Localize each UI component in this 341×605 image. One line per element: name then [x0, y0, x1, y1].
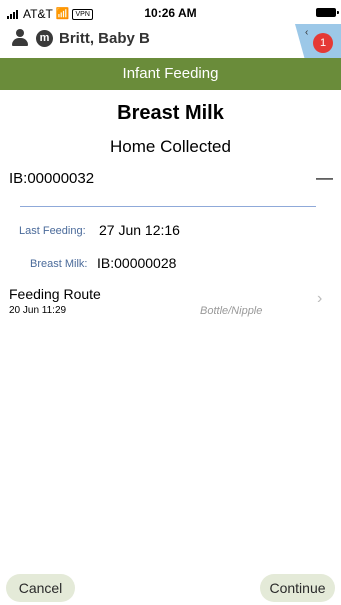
status-time: 10:26 AM: [144, 6, 197, 20]
last-feeding-value: 27 Jun 12:16: [99, 222, 180, 238]
continue-button[interactable]: Continue: [260, 574, 335, 602]
notification-badge: 1: [313, 33, 333, 53]
patient-name[interactable]: Britt, Baby B: [59, 30, 150, 47]
status-bar: AT&T 📶 VPN 10:26 AM: [0, 0, 341, 24]
feeding-route-value: Bottle/Nipple: [200, 305, 263, 317]
breast-milk-label: Breast Milk:: [30, 258, 88, 270]
chevron-left-icon: ‹: [305, 27, 309, 38]
patient-initial-badge: m: [36, 30, 53, 47]
person-icon: [12, 29, 28, 47]
cancel-button[interactable]: Cancel: [6, 574, 75, 602]
notification-tab[interactable]: ‹ 1: [295, 24, 341, 60]
screen-title: Infant Feeding: [0, 58, 341, 90]
feeding-route-time: 20 Jun 11:29: [9, 305, 67, 316]
breast-milk-value: IB:00000028: [97, 255, 177, 271]
feeding-route-title: Feeding Route: [9, 286, 101, 302]
milk-type-heading: Breast Milk: [117, 102, 224, 124]
battery-icon: [316, 8, 339, 17]
divider: [20, 206, 316, 207]
chevron-right-icon: ›: [317, 290, 323, 307]
last-feeding-label: Last Feeding:: [19, 225, 86, 237]
milk-source-heading: Home Collected: [110, 137, 231, 156]
patient-header[interactable]: m Britt, Baby B ‹ 1: [0, 24, 341, 60]
milk-id: IB:00000032: [9, 170, 95, 187]
collapse-button[interactable]: —: [316, 168, 333, 188]
